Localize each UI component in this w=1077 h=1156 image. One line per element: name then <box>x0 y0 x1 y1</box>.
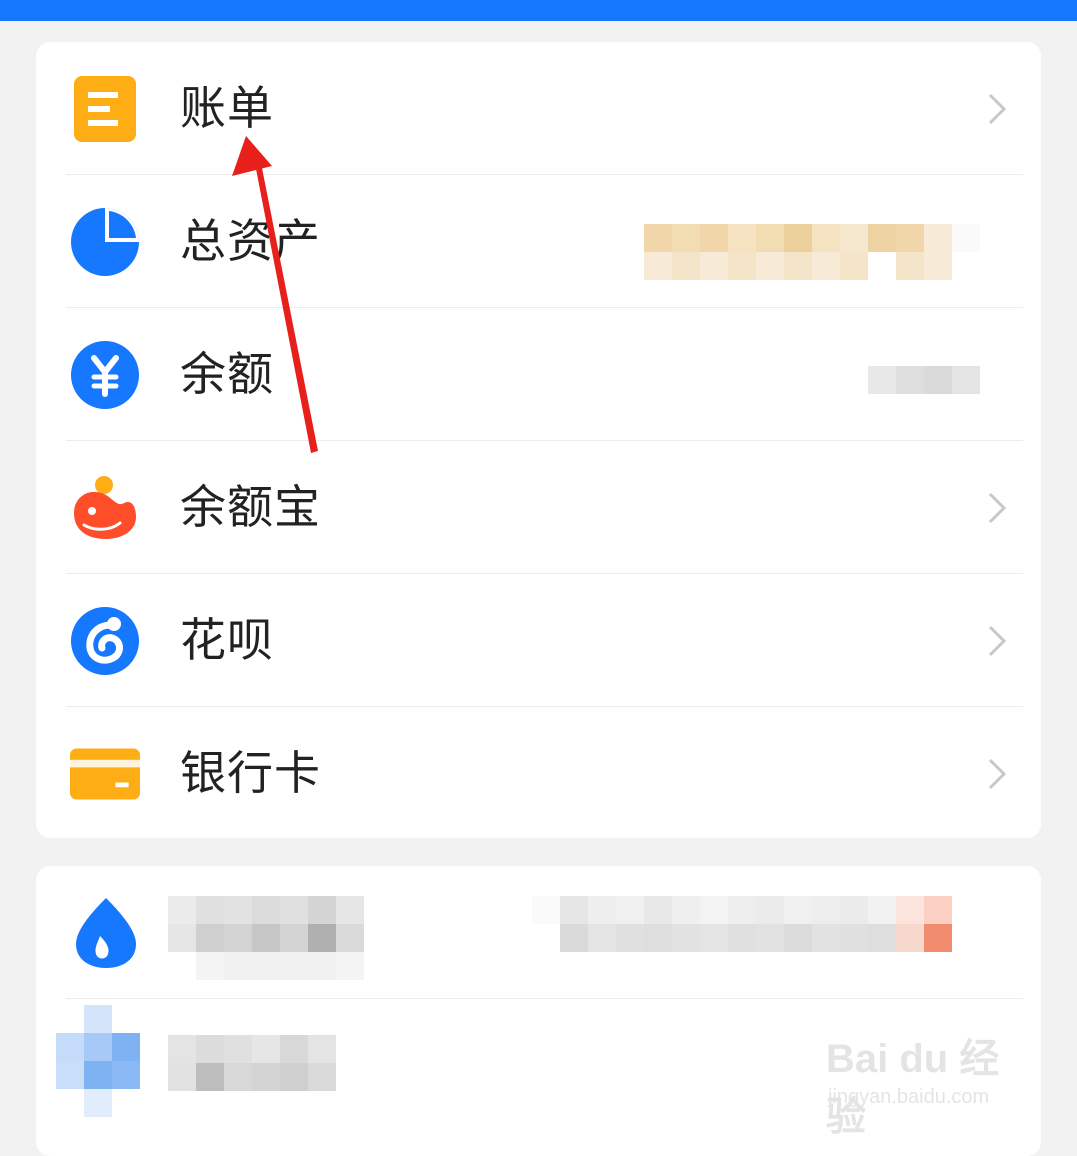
chevron-right-icon <box>986 92 1008 126</box>
bill-icon <box>70 74 140 144</box>
chevron-right-icon <box>986 491 1008 525</box>
menu-item-huabei[interactable]: 花呗 <box>36 574 1041 707</box>
huabei-icon <box>70 606 140 676</box>
bank-card-icon <box>70 739 140 809</box>
secondary-card <box>36 866 1041 1156</box>
blurred-value <box>868 366 980 394</box>
menu-item-label: 银行卡 <box>180 746 321 800</box>
blurred-row[interactable] <box>36 999 1041 1132</box>
blurred-text <box>532 896 980 952</box>
menu-item-label: 余额 <box>180 347 274 401</box>
blurred-value <box>644 224 980 280</box>
blurred-icon <box>56 1005 140 1117</box>
water-drop-icon <box>74 896 138 970</box>
menu-item-bank-card[interactable]: 银行卡 <box>36 707 1041 840</box>
dolphin-icon <box>70 473 140 543</box>
blurred-text <box>168 1035 336 1091</box>
menu-item-total-assets[interactable]: 总资产 <box>36 175 1041 308</box>
chevron-right-icon <box>986 624 1008 658</box>
blurred-text <box>168 896 392 980</box>
menu-item-label: 账单 <box>180 81 274 135</box>
menu-item-bill[interactable]: 账单 <box>36 42 1041 175</box>
top-status-bar <box>0 0 1077 21</box>
menu-item-label: 余额宝 <box>180 480 321 534</box>
menu-item-yuebao[interactable]: 余额宝 <box>36 441 1041 574</box>
menu-item-balance[interactable]: 余额 <box>36 308 1041 441</box>
menu-item-label: 总资产 <box>180 214 321 268</box>
chevron-right-icon <box>986 757 1008 791</box>
assets-menu-card: 账单 总资产 余额 余额宝 花呗 银行卡 <box>36 42 1041 838</box>
menu-item-label: 花呗 <box>180 613 274 667</box>
blurred-row[interactable] <box>36 866 1041 999</box>
pie-chart-icon <box>70 207 140 277</box>
yen-icon <box>70 340 140 410</box>
